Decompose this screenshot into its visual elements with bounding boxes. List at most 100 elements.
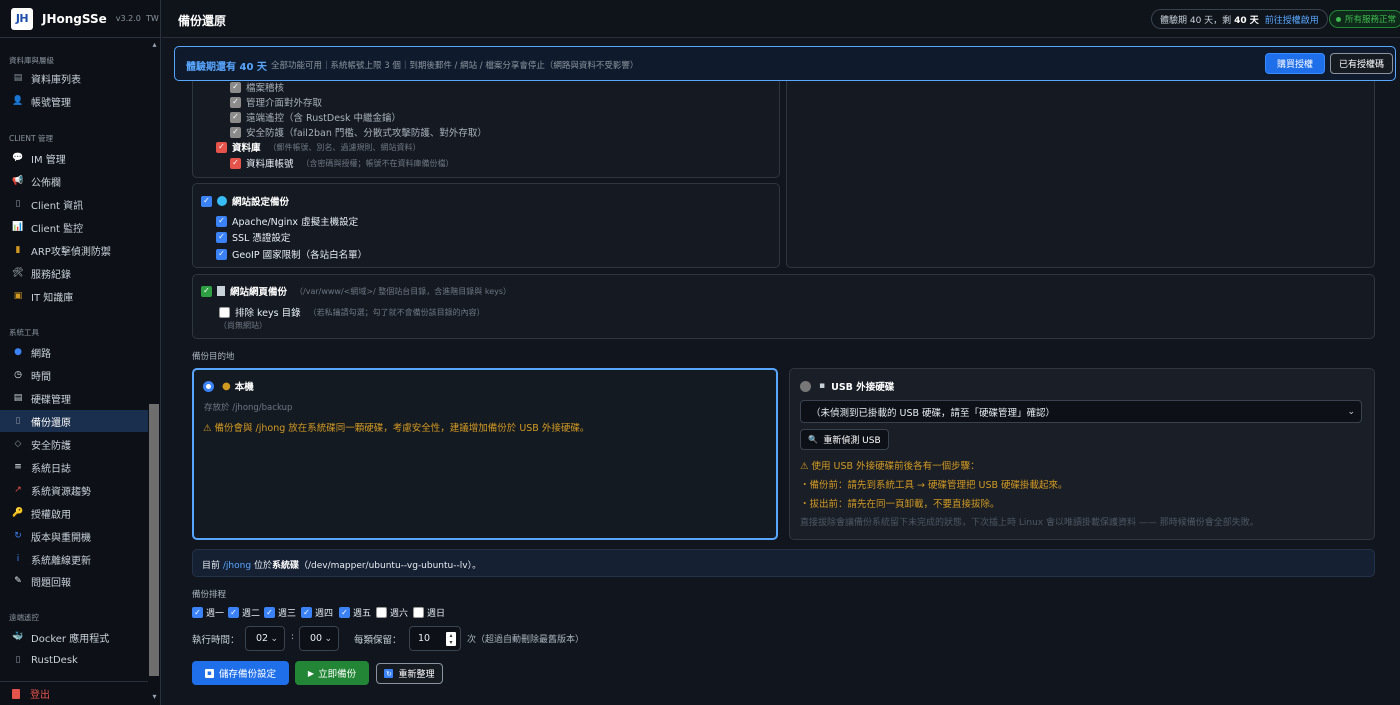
day-checkbox[interactable]: ✓ 週四: [301, 606, 333, 619]
sidebar-item[interactable]: ▮ ARP攻擊偵測防禦: [0, 239, 148, 261]
checkbox-security[interactable]: ✓ 安全防護（fail2ban 門檻、分散式攻擊防護、對外存取）: [230, 125, 487, 139]
checkbox-web-config[interactable]: ✓ 網站設定備份: [201, 194, 289, 208]
logout-button[interactable]: 登出: [0, 681, 148, 705]
sidebar-item[interactable]: ▯ Client 資訊: [0, 193, 148, 215]
sidebar-item-label: 帳號管理: [31, 97, 71, 109]
backup-now-button[interactable]: ▶ 立即備份: [295, 661, 369, 685]
sidebar-item[interactable]: ▣ IT 知識庫: [0, 285, 148, 307]
have-license-button[interactable]: 已有授權碼: [1330, 53, 1393, 74]
checkbox-ssl[interactable]: ✓ SSL 憑證設定: [216, 230, 290, 244]
clock-icon: ◷: [14, 370, 22, 380]
sidebar-item-label: 問題回報: [31, 577, 71, 589]
book-icon: ▣: [13, 291, 23, 301]
search-icon: 🔍: [808, 435, 819, 444]
chat-icon: 💬: [12, 153, 24, 163]
day-checkbox[interactable]: ✓ 週三: [264, 606, 296, 619]
checkbox-geoip[interactable]: ✓ GeoIP 國家限制（各站白名單）: [216, 247, 367, 261]
chevron-down-icon: ⌄: [270, 634, 278, 644]
sidebar-item[interactable]: ≡ 系統日誌: [0, 456, 148, 478]
sidebar-item[interactable]: 📊 Client 監控: [0, 216, 148, 238]
sidebar-item[interactable]: ● 網路: [0, 341, 148, 363]
sidebar-item[interactable]: ↻ 版本與重開機: [0, 525, 148, 547]
keep-suffix: 次（超過自動刪除最舊版本）: [467, 635, 585, 645]
sidebar-item[interactable]: 👤 帳號管理: [0, 90, 148, 112]
check-icon: ✓: [201, 285, 212, 297]
radio-unselected-icon: [800, 380, 811, 392]
day-checkbox[interactable]: ✓ 週五: [339, 606, 371, 619]
checkbox-database-accounts[interactable]: ✓ 資料庫帳號 （含密碼與授權；帳號不在資料庫備份檔）: [230, 156, 454, 170]
radio-usb[interactable]: ▪ USB 外接硬碟: [800, 379, 894, 393]
sidebar-item[interactable]: ▯ 備份還原: [0, 410, 148, 432]
hour-select[interactable]: 02 ⌄: [245, 626, 285, 651]
sidebar-item-label: 硬碟管理: [31, 394, 71, 406]
usb-footnote: 直接拔除會讓備份系統留下未完成的狀態，下次插上時 Linux 會以唯讀掛載保護資…: [800, 518, 1259, 528]
monitor-icon: ▯: [15, 655, 21, 665]
scroll-up-icon[interactable]: ▴: [149, 40, 160, 49]
backup-icon: ▯: [15, 416, 21, 426]
usb-device-select[interactable]: （未偵測到已掛載的 USB 硬碟，請至「硬碟管理」確認） ⌄: [800, 400, 1362, 423]
day-checkbox[interactable]: ✓ 週一: [192, 606, 224, 619]
sidebar-item-label: 資料庫列表: [31, 74, 81, 86]
sidebar-item[interactable]: 🔑 授權啟用: [0, 502, 148, 524]
usb-notice-title: ⚠ 使用 USB 外接硬碟前後各有一個步驟：: [800, 461, 980, 472]
brand-logo: JH: [11, 7, 33, 30]
buy-license-button[interactable]: 購買授權: [1265, 53, 1325, 74]
sidebar-item[interactable]: 🛠 服務紀錄: [0, 262, 148, 284]
docker-icon: 🐳: [12, 632, 24, 642]
document-icon: ▯: [15, 199, 21, 209]
sidebar-item[interactable]: ◷ 時間: [0, 364, 148, 386]
checkbox-file-audit[interactable]: ✓ 檔案稽核: [230, 80, 284, 94]
license-link[interactable]: 前往授權啟用: [1265, 13, 1319, 26]
sidebar-item-label: 版本與重開機: [31, 532, 91, 544]
sidebar-item[interactable]: ◇ 安全防護: [0, 433, 148, 455]
sidebar-item-label: 系統日誌: [31, 463, 71, 475]
checkbox-database[interactable]: ✓ 資料庫 （郵件帳號、別名、過濾規則、網站資料）: [216, 140, 421, 154]
page-icon: [217, 286, 225, 296]
rescan-usb-button[interactable]: 🔍 重新偵測 USB: [800, 429, 889, 450]
sidebar-item[interactable]: 💬 IM 管理: [0, 147, 148, 169]
sidebar-item[interactable]: 📢 公佈欄: [0, 170, 148, 192]
checkbox-exclude-keys[interactable]: 排除 keys 目錄 （若私鑰請勾選；勾了就不會備份該目錄的內容）: [219, 305, 485, 319]
destination-section-label: 備份目的地: [192, 352, 235, 362]
refresh-icon: ↻: [384, 669, 394, 678]
check-icon: ✓: [230, 157, 241, 169]
disk-info-text: 目前 /jhong 位於系統碟（/dev/mapper/ubuntu--vg-u…: [202, 561, 482, 571]
local-destination-card[interactable]: [192, 368, 778, 540]
brand-version: v3.2.0 TW: [115, 14, 159, 23]
day-checkbox[interactable]: 週日: [413, 606, 445, 619]
save-icon: ▪: [204, 668, 214, 678]
day-checkbox[interactable]: ✓ 週二: [228, 606, 260, 619]
usb-step-2: ・拔出前：請先在同一頁卸載，不要直接拔除。: [800, 499, 1000, 510]
save-settings-button[interactable]: ▪ 儲存備份設定: [192, 661, 289, 685]
user-icon: 👤: [12, 96, 24, 106]
sidebar-item[interactable]: 🐳 Docker 應用程式: [0, 626, 148, 648]
sidebar-item[interactable]: ▯ RustDesk: [0, 649, 148, 671]
checkbox-remote-control[interactable]: ✓ 遠端遙控（含 RustDesk 中繼金鑰）: [230, 110, 401, 124]
usb-icon: ▪: [819, 381, 826, 391]
checkbox-vhost[interactable]: ✓ Apache/Nginx 虛擬主機設定: [216, 214, 358, 228]
refresh-button[interactable]: ↻ 重新整理: [376, 663, 443, 684]
time-colon: :: [291, 632, 294, 642]
sidebar-item[interactable]: i 系統離線更新: [0, 548, 148, 570]
sidebar-item-label: Client 監控: [31, 223, 84, 235]
sidebar-item[interactable]: ▤ 硬碟管理: [0, 387, 148, 409]
checkbox-admin-access[interactable]: ✓ 管理介面對外存取: [230, 95, 322, 109]
sidebar-item-label: 服務紀錄: [31, 269, 71, 281]
ladder-icon: ▮: [15, 245, 21, 255]
brand[interactable]: JH JHongSSe v3.2.0 TW: [0, 0, 160, 38]
globe-icon: [217, 196, 227, 206]
checkbox-web-files[interactable]: ✓ 網站網頁備份 （/var/www/<網域>/ 整個站台目錄，含進階目錄與 key…: [201, 284, 511, 298]
scroll-down-icon[interactable]: ▾: [149, 692, 160, 701]
minute-select[interactable]: 00 ⌄: [299, 626, 339, 651]
sidebar-item[interactable]: ↗ 系統資源趨勢: [0, 479, 148, 501]
sidebar-section-title: CLIENT 管理: [9, 134, 53, 143]
check-icon: ✓: [230, 81, 241, 93]
keep-count-input[interactable]: 10 ▴ ▾: [409, 626, 461, 651]
globe-icon: ●: [14, 347, 22, 357]
check-icon: ✓: [192, 607, 203, 618]
sidebar-item[interactable]: ✎ 問題回報: [0, 570, 148, 592]
radio-local[interactable]: ● 本機: [203, 379, 254, 393]
day-checkbox[interactable]: 週六: [376, 606, 408, 619]
sidebar-item[interactable]: ▤ 資料庫列表: [0, 67, 148, 89]
sidebar-scrollbar[interactable]: [149, 404, 159, 676]
